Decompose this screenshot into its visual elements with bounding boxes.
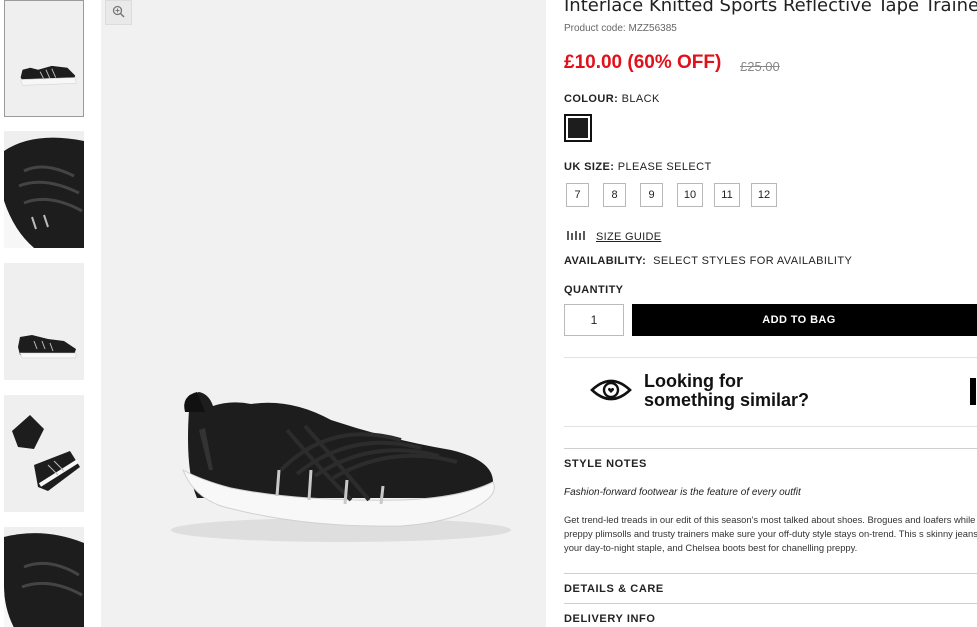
colour-value: BLACK: [621, 93, 660, 105]
find-similar-arrow[interactable]: [970, 378, 976, 405]
colour-label-text: COLOUR:: [564, 93, 619, 105]
find-similar-banner[interactable]: Looking for something similar?: [564, 357, 977, 427]
product-title: Interlace Knitted Sports Reflective Tape…: [564, 0, 977, 16]
style-notes-section[interactable]: STYLE NOTES: [564, 448, 977, 488]
colour-swatch-black[interactable]: [564, 114, 592, 142]
original-price: £25.00: [740, 59, 780, 74]
size-label-text: UK SIZE:: [564, 161, 615, 173]
quantity-input[interactable]: 1: [564, 304, 624, 336]
thumbnail-4[interactable]: [4, 395, 84, 512]
product-main-image[interactable]: [101, 0, 546, 627]
size-option-7[interactable]: 7: [566, 183, 589, 207]
product-code: Product code: MZZ56385: [564, 23, 677, 34]
thumbnail-2[interactable]: [4, 131, 84, 248]
size-option-8[interactable]: 8: [603, 183, 626, 207]
size-option-10[interactable]: 10: [677, 183, 703, 207]
style-notes-tagline: Fashion-forward footwear is the feature …: [564, 487, 801, 498]
size-options: 7 8 9 10 11 12: [566, 183, 788, 207]
delivery-info-heading: DELIVERY INFO: [564, 613, 656, 625]
find-similar-line2: something similar?: [644, 390, 810, 410]
thumbnail-strip: [0, 0, 90, 627]
product-info-panel: Interlace Knitted Sports Reflective Tape…: [564, 0, 977, 627]
add-to-bag-button[interactable]: ADD TO BAG: [632, 304, 977, 336]
quantity-label-text: QUANTITY: [564, 284, 624, 296]
colour-label: COLOUR: BLACK: [564, 93, 660, 105]
swatch-fill: [568, 118, 588, 138]
size-option-12[interactable]: 12: [751, 183, 777, 207]
size-guide-link[interactable]: SIZE GUIDE: [567, 228, 661, 246]
size-option-11[interactable]: 11: [714, 183, 740, 207]
size-label: UK SIZE: PLEASE SELECT: [564, 161, 712, 173]
availability-label: AVAILABILITY:: [564, 255, 647, 267]
thumbnail-3[interactable]: [4, 263, 84, 380]
style-notes-heading: STYLE NOTES: [564, 458, 647, 470]
thumbnail-1[interactable]: [4, 0, 84, 117]
thumbnail-5[interactable]: [4, 527, 84, 627]
size-guide-label[interactable]: SIZE GUIDE: [596, 231, 661, 243]
sale-price: £10.00 (60% OFF): [564, 52, 722, 73]
find-similar-line1: Looking for: [644, 371, 743, 391]
size-guide-icon: [567, 228, 587, 246]
availability-row: AVAILABILITY: SELECT STYLES FOR AVAILABI…: [564, 255, 852, 267]
zoom-button[interactable]: [105, 0, 132, 25]
style-notes-body: Get trend-led treads in our edit of this…: [564, 514, 977, 553]
find-similar-text: Looking for something similar?: [644, 372, 809, 410]
availability-value: SELECT STYLES FOR AVAILABILITY: [653, 255, 853, 267]
eye-icon: [590, 376, 632, 409]
size-option-9[interactable]: 9: [640, 183, 663, 207]
size-value: PLEASE SELECT: [617, 161, 712, 173]
zoom-icon: [112, 5, 125, 21]
quantity-label: QUANTITY: [564, 284, 623, 296]
delivery-info-section[interactable]: DELIVERY INFO: [564, 603, 977, 627]
details-care-heading: DETAILS & CARE: [564, 583, 664, 595]
details-care-section[interactable]: DETAILS & CARE: [564, 573, 977, 603]
